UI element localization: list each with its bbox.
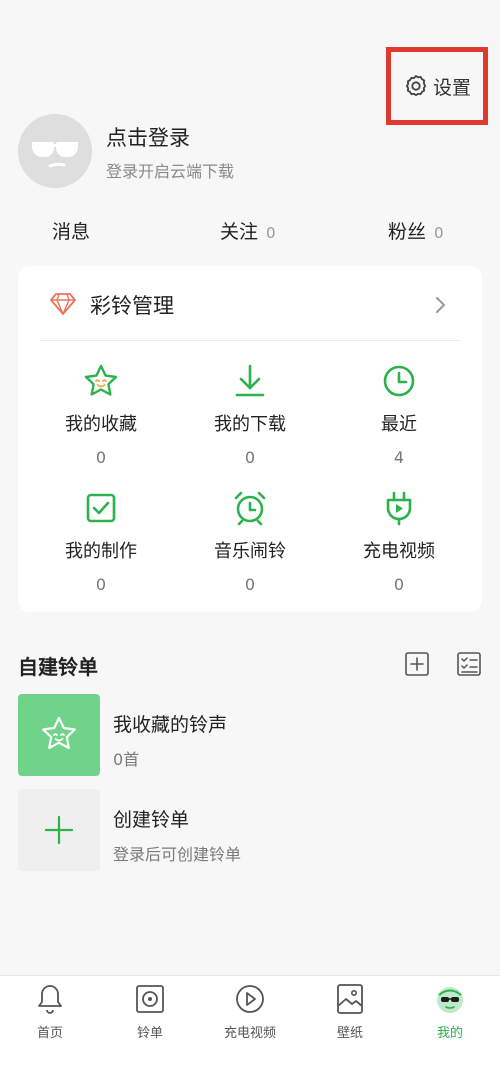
recent-item[interactable]: 最近 4 <box>324 362 474 467</box>
bell-icon <box>38 985 62 1014</box>
item-label: 最近 <box>381 414 417 435</box>
profile-face-icon <box>437 987 463 1013</box>
stat-count: 0 <box>266 224 276 242</box>
item-count: 4 <box>393 448 405 467</box>
item-title: 我收藏的铃声 <box>113 714 228 736</box>
item-subtitle: 登录后可创建铃单 <box>113 845 242 864</box>
add-list-icon[interactable] <box>404 651 430 677</box>
settings-button[interactable]: 设置 <box>386 47 488 125</box>
ringtone-management-title: 彩铃管理 <box>90 294 174 318</box>
star-face-icon <box>42 716 76 750</box>
stat-following[interactable]: 关注 0 <box>220 217 276 244</box>
diamond-icon <box>50 293 76 315</box>
stat-count: 0 <box>434 224 444 242</box>
my-downloads-item[interactable]: 我的下载 0 <box>175 362 325 467</box>
item-count: 0 <box>244 575 256 594</box>
stat-label: 关注 <box>220 221 259 243</box>
chevron-right-icon <box>436 297 445 313</box>
tab-label: 充电视频 <box>223 1026 276 1041</box>
charging-plug-icon <box>386 491 412 526</box>
my-favorites-item[interactable]: 我的收藏 0 <box>26 362 176 467</box>
item-count: 0 <box>95 575 107 594</box>
item-subtitle: 0首 <box>113 750 140 769</box>
item-count: 0 <box>244 448 256 467</box>
gear-icon <box>405 74 427 97</box>
tab-label: 铃单 <box>136 1026 163 1041</box>
wallpaper-icon <box>337 984 363 1014</box>
tab-charging-video[interactable]: 充电视频 <box>200 982 300 1041</box>
alarm-clock-icon <box>234 491 266 526</box>
favorites-cover <box>18 694 100 776</box>
login-subtitle: 登录开启云端下载 <box>106 162 235 181</box>
plus-icon <box>44 815 74 845</box>
default-avatar-icon <box>18 114 92 188</box>
play-circle-icon <box>236 985 264 1013</box>
section-title: 自建铃单 <box>18 655 98 679</box>
disc-icon <box>136 985 164 1013</box>
tab-label: 我的 <box>436 1026 463 1041</box>
ringtone-management-card: 彩铃管理 我的收藏 0 我的下载 0 最近 4 我的制作 0 音乐闹铃 0 充电… <box>18 266 482 612</box>
list-item-favorites[interactable]: 我收藏的铃声 0首 <box>18 694 482 776</box>
stat-messages[interactable]: 消息 <box>52 217 98 244</box>
tab-lists[interactable]: 铃单 <box>100 982 200 1041</box>
item-label: 我的下载 <box>214 414 286 435</box>
stat-label: 粉丝 <box>388 221 427 243</box>
tab-label: 首页 <box>36 1026 63 1041</box>
music-alarm-item[interactable]: 音乐闹铃 0 <box>175 489 325 594</box>
tab-home[interactable]: 首页 <box>0 982 100 1041</box>
clock-icon <box>383 365 415 397</box>
charging-video-item[interactable]: 充电视频 0 <box>324 489 474 594</box>
manage-list-icon[interactable] <box>456 651 482 677</box>
bottom-nav: 首页 铃单 充电视频 壁纸 我的 <box>0 975 500 1083</box>
item-label: 我的收藏 <box>65 414 137 435</box>
star-icon <box>84 364 118 396</box>
tab-mine[interactable]: 我的 <box>400 982 500 1041</box>
item-label: 音乐闹铃 <box>214 541 286 562</box>
divider <box>40 340 460 341</box>
stat-followers[interactable]: 粉丝 0 <box>388 217 444 244</box>
tab-wallpaper[interactable]: 壁纸 <box>300 982 400 1041</box>
item-label: 充电视频 <box>363 541 435 562</box>
tab-label: 壁纸 <box>336 1026 363 1041</box>
create-cover <box>18 789 100 871</box>
avatar[interactable] <box>18 114 92 188</box>
download-icon <box>235 364 265 397</box>
item-count: 0 <box>95 448 107 467</box>
settings-label: 设置 <box>432 76 471 99</box>
ringtone-management-header[interactable]: 彩铃管理 <box>18 266 482 340</box>
list-item-create[interactable]: 创建铃单 登录后可创建铃单 <box>18 789 482 871</box>
my-creations-item[interactable]: 我的制作 0 <box>26 489 176 594</box>
login-title[interactable]: 点击登录 <box>106 122 190 152</box>
stat-label: 消息 <box>52 221 91 243</box>
item-count: 0 <box>393 575 405 594</box>
check-box-icon <box>86 493 116 523</box>
item-title: 创建铃单 <box>113 809 190 831</box>
item-label: 我的制作 <box>65 541 137 562</box>
